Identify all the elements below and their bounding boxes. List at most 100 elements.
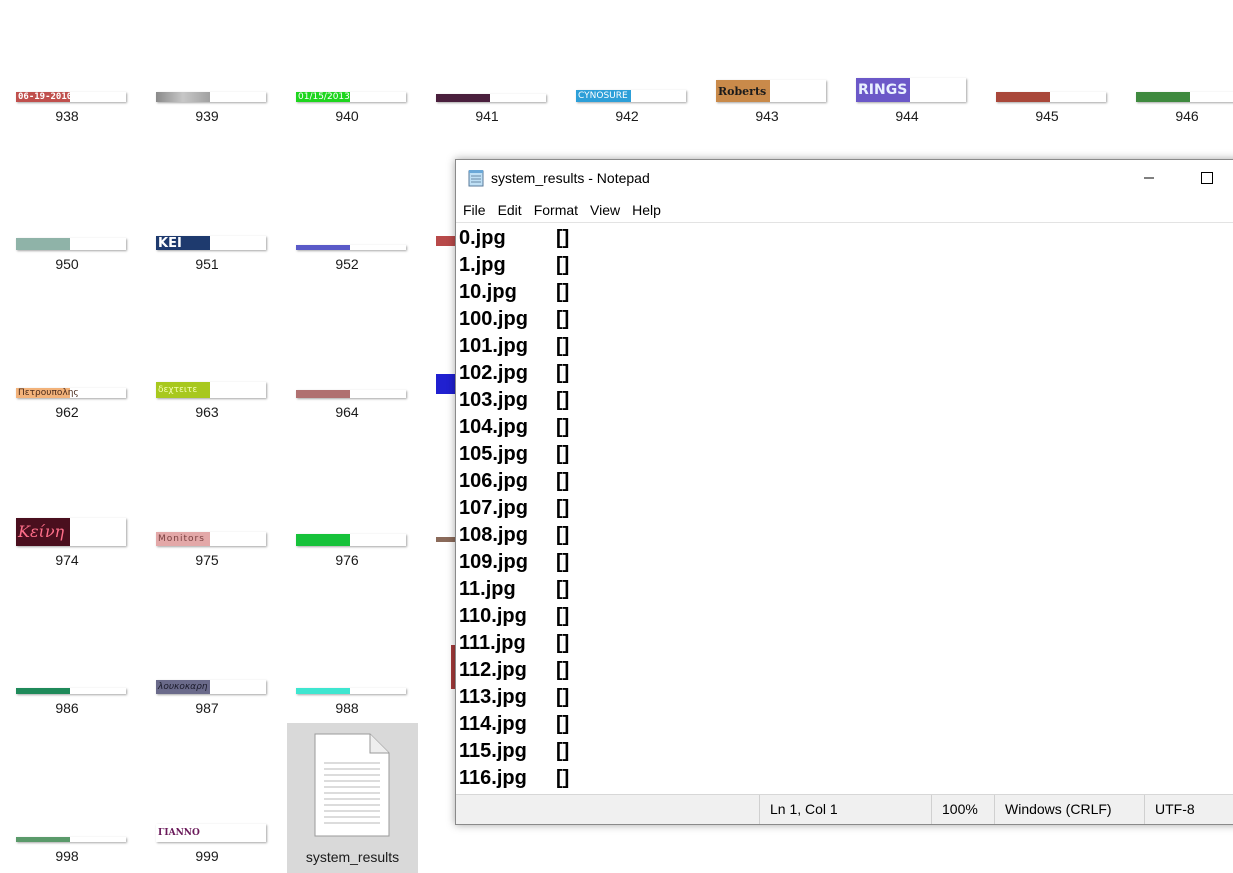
thumbnail-text: δεχτειτε bbox=[156, 382, 210, 398]
thumbnail-label: 974 bbox=[55, 552, 79, 568]
line-value: [] bbox=[556, 470, 570, 492]
thumbnail-label: 939 bbox=[195, 108, 219, 124]
thumbnail-964[interactable]: 964 bbox=[282, 306, 412, 426]
thumbnail-943[interactable]: Roberts 943 bbox=[702, 10, 832, 130]
line-filename: 100.jpg bbox=[459, 308, 528, 330]
thumbnail-946[interactable]: 946 bbox=[1122, 10, 1233, 130]
line-value: [] bbox=[556, 254, 570, 276]
zoom-level: 100% bbox=[931, 795, 994, 824]
thumbnail-label: 940 bbox=[335, 108, 359, 124]
thumbnail-940[interactable]: 01/15/2013 940 bbox=[282, 10, 412, 130]
thumbnail-text: 01/15/2013 bbox=[296, 92, 350, 102]
thumbnail-label: 987 bbox=[195, 700, 219, 716]
line-value: [] bbox=[556, 497, 570, 519]
minimize-button[interactable] bbox=[1126, 160, 1172, 196]
thumbnail-951[interactable]: KEI 951 bbox=[142, 158, 272, 278]
line-filename: 0.jpg bbox=[459, 227, 506, 249]
thumbnail-image: RINGS bbox=[856, 78, 966, 102]
line-filename: 101.jpg bbox=[459, 335, 528, 357]
thumbnail-963[interactable]: δεχτειτε 963 bbox=[142, 306, 272, 426]
line-filename: 104.jpg bbox=[459, 416, 528, 438]
text-document-icon bbox=[314, 733, 390, 837]
notepad-window[interactable]: system_results - Notepad File Edit Forma… bbox=[455, 159, 1233, 825]
text-line: 113.jpg [] bbox=[459, 684, 659, 711]
menu-edit[interactable]: Edit bbox=[492, 198, 528, 222]
thumbnail-picture bbox=[156, 92, 210, 102]
thumbnail-image: λουκοκαρη bbox=[156, 680, 266, 694]
line-value: [] bbox=[556, 659, 570, 681]
menu-view[interactable]: View bbox=[584, 198, 626, 222]
thumbnail-label: 975 bbox=[195, 552, 219, 568]
text-line: 101.jpg [] bbox=[459, 333, 659, 360]
thumbnail-image bbox=[16, 837, 126, 842]
thumbnail-image bbox=[296, 688, 406, 694]
file-label: system_results bbox=[305, 849, 400, 865]
thumbnail-text: CYNOSURE bbox=[576, 90, 631, 102]
thumbnail-image: Κείνη bbox=[16, 518, 126, 546]
thumbnail-picture bbox=[996, 92, 1050, 102]
thumbnail-image bbox=[16, 238, 126, 250]
thumbnail-938[interactable]: 06-19-2010 938 bbox=[2, 10, 132, 130]
thumbnail-941[interactable]: 941 bbox=[422, 10, 552, 130]
line-value: [] bbox=[556, 443, 570, 465]
menu-format[interactable]: Format bbox=[528, 198, 584, 222]
notepad-icon bbox=[468, 170, 484, 187]
thumbnail-988[interactable]: 988 bbox=[282, 602, 412, 722]
thumbnail-image: Πετρουπολης bbox=[16, 388, 126, 398]
line-value: [] bbox=[556, 551, 570, 573]
line-value: [] bbox=[556, 308, 570, 330]
thumbnail-label: 941 bbox=[475, 108, 499, 124]
line-filename: 102.jpg bbox=[459, 362, 528, 384]
partial-thumbnail[interactable] bbox=[436, 374, 456, 394]
line-value: [] bbox=[556, 281, 570, 303]
menu-help[interactable]: Help bbox=[626, 198, 667, 222]
thumbnail-986[interactable]: 986 bbox=[2, 602, 132, 722]
thumbnail-image: 01/15/2013 bbox=[296, 92, 406, 102]
thumbnail-label: 999 bbox=[195, 848, 219, 864]
line-filename: 11.jpg bbox=[459, 578, 516, 600]
thumbnail-950[interactable]: 950 bbox=[2, 158, 132, 278]
thumbnail-942[interactable]: CYNOSURE 942 bbox=[562, 10, 692, 130]
thumbnail-952[interactable]: 952 bbox=[282, 158, 412, 278]
line-value: [] bbox=[556, 416, 570, 438]
line-value: [] bbox=[556, 389, 570, 411]
partial-thumbnail[interactable] bbox=[436, 236, 456, 246]
thumbnail-976[interactable]: 976 bbox=[282, 454, 412, 574]
thumbnail-image: ΓΙΑΝΝΟ bbox=[156, 824, 266, 842]
thumbnail-939[interactable]: 939 bbox=[142, 10, 272, 130]
thumbnail-label: 952 bbox=[335, 256, 359, 272]
maximize-button[interactable] bbox=[1184, 160, 1230, 196]
text-line: 109.jpg [] bbox=[459, 549, 659, 576]
line-value: [] bbox=[556, 362, 570, 384]
thumbnail-image bbox=[16, 688, 126, 694]
thumbnail-998[interactable]: 998 bbox=[2, 750, 132, 870]
text-line: 107.jpg [] bbox=[459, 495, 659, 522]
thumbnail-944[interactable]: RINGS 944 bbox=[842, 10, 972, 130]
thumbnail-945[interactable]: 945 bbox=[982, 10, 1112, 130]
thumbnail-picture bbox=[16, 238, 70, 250]
thumbnail-image bbox=[156, 92, 266, 102]
thumbnail-999[interactable]: ΓΙΑΝΝΟ 999 bbox=[142, 750, 272, 870]
thumbnail-text: λουκοκαρη bbox=[156, 680, 210, 694]
thumbnail-text: Roberts bbox=[716, 80, 770, 102]
title-bar[interactable]: system_results - Notepad bbox=[456, 160, 1233, 196]
thumbnail-image bbox=[296, 534, 406, 546]
text-line: 103.jpg [] bbox=[459, 387, 659, 414]
thumbnail-962[interactable]: Πετρουπολης 962 bbox=[2, 306, 132, 426]
menu-file[interactable]: File bbox=[457, 198, 492, 222]
thumbnail-text: Πετρουπολης bbox=[16, 388, 79, 398]
file-system-results[interactable]: system_results bbox=[287, 723, 418, 873]
partial-thumbnail[interactable] bbox=[436, 537, 456, 542]
text-editor-area[interactable]: 0.jpg [] 1.jpg [] 10.jpg [] 100.jpg [] 101.jpg []… bbox=[456, 222, 1233, 795]
line-value: [] bbox=[556, 335, 570, 357]
thumbnail-image bbox=[1136, 92, 1233, 102]
line-value: [] bbox=[556, 740, 570, 762]
text-line: 110.jpg [] bbox=[459, 603, 659, 630]
thumbnail-975[interactable]: Monitors 975 bbox=[142, 454, 272, 574]
encoding: UTF-8 bbox=[1144, 795, 1233, 824]
thumbnail-label: 964 bbox=[335, 404, 359, 420]
thumbnail-987[interactable]: λουκοκαρη 987 bbox=[142, 602, 272, 722]
thumbnail-974[interactable]: Κείνη 974 bbox=[2, 454, 132, 574]
thumbnail-image: 06-19-2010 bbox=[16, 92, 126, 102]
text-line: 10.jpg [] bbox=[459, 279, 659, 306]
